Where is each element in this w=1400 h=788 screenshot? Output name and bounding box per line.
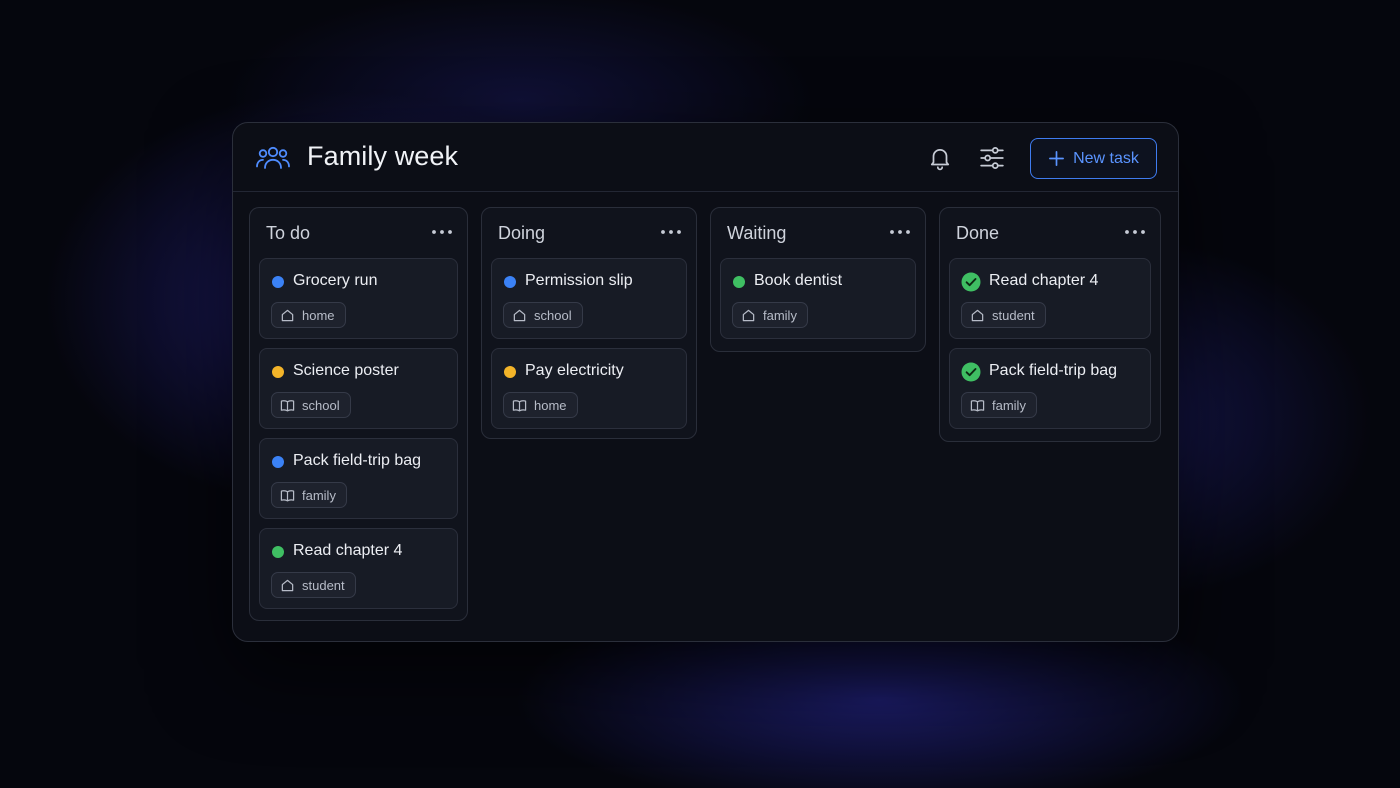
column-to-do: To do Grocery run home Science poster sc… [249,207,468,621]
status-dot [272,366,284,378]
more-icon[interactable] [889,228,911,236]
task-title: Pay electricity [525,362,624,379]
board-window: Family week New task To do Grocery run h… [232,122,1179,642]
bell-icon[interactable] [927,145,953,171]
tag-label: family [763,307,797,323]
house-icon [971,309,984,321]
task-card[interactable]: Pay electricity home [491,348,687,429]
task-title: Pack field-trip bag [989,362,1118,379]
status-dot [733,276,745,288]
column-done: Done Read chapter 4 student Pack field-t… [939,207,1161,442]
task-tag[interactable]: family [732,302,808,328]
task-tag[interactable]: home [271,302,346,328]
tag-label: family [992,397,1026,413]
task-title: Permission slip [525,272,633,289]
new-task-label: New task [1073,149,1139,167]
book-icon [970,399,985,411]
task-card[interactable]: Read chapter 4 student [259,528,458,609]
tag-label: home [534,397,567,413]
task-tag[interactable]: student [271,572,356,598]
more-icon[interactable] [660,228,682,236]
task-tag[interactable]: family [961,392,1037,418]
tag-label: student [302,577,345,593]
more-icon[interactable] [431,228,453,236]
tag-label: school [534,307,572,323]
task-card[interactable]: Grocery run home [259,258,458,339]
plus-icon [1049,151,1065,166]
tag-label: student [992,307,1035,323]
column-title: To do [266,223,311,243]
status-dot [272,276,284,288]
house-icon [281,579,294,591]
column-doing: Doing Permission slip school Pay electri… [481,207,697,439]
column-title: Waiting [727,223,787,243]
new-task-button[interactable]: New task [1030,138,1157,179]
task-title: Read chapter 4 [989,272,1099,289]
tag-label: home [302,307,335,323]
task-card[interactable]: Read chapter 4 student [949,258,1151,339]
task-title: Science poster [293,362,399,379]
task-title: Book dentist [754,272,843,289]
task-tag[interactable]: school [503,302,583,328]
family-icon [256,146,290,169]
sliders-icon[interactable] [979,145,1005,171]
status-dot [272,456,284,468]
task-title: Read chapter 4 [293,542,403,559]
check-circle-icon[interactable] [961,362,981,382]
task-title: Pack field-trip bag [293,452,422,469]
tag-label: school [302,397,340,413]
column-title: Done [956,223,1000,243]
status-dot [504,366,516,378]
status-dot [272,546,284,558]
book-icon [280,399,295,411]
task-card[interactable]: Permission slip school [491,258,687,339]
house-icon [742,309,755,321]
book-icon [512,399,527,411]
more-icon[interactable] [1124,228,1146,236]
column-title: Doing [498,223,546,243]
house-icon [513,309,526,321]
check-circle-icon[interactable] [961,272,981,292]
task-card[interactable]: Science poster school [259,348,458,429]
task-tag[interactable]: home [503,392,578,418]
status-dot [504,276,516,288]
task-tag[interactable]: student [961,302,1046,328]
task-card[interactable]: Pack field-trip bag family [259,438,458,519]
task-tag[interactable]: family [271,482,347,508]
column-waiting: Waiting Book dentist family [710,207,926,352]
tag-label: family [302,487,336,503]
book-icon [280,489,295,501]
header-bar: Family week New task [233,123,1178,192]
task-tag[interactable]: school [271,392,351,418]
house-icon [281,309,294,321]
task-title: Grocery run [293,272,378,289]
task-card[interactable]: Pack field-trip bag family [949,348,1151,429]
task-card[interactable]: Book dentist family [720,258,916,339]
page-title: Family week [307,141,459,171]
